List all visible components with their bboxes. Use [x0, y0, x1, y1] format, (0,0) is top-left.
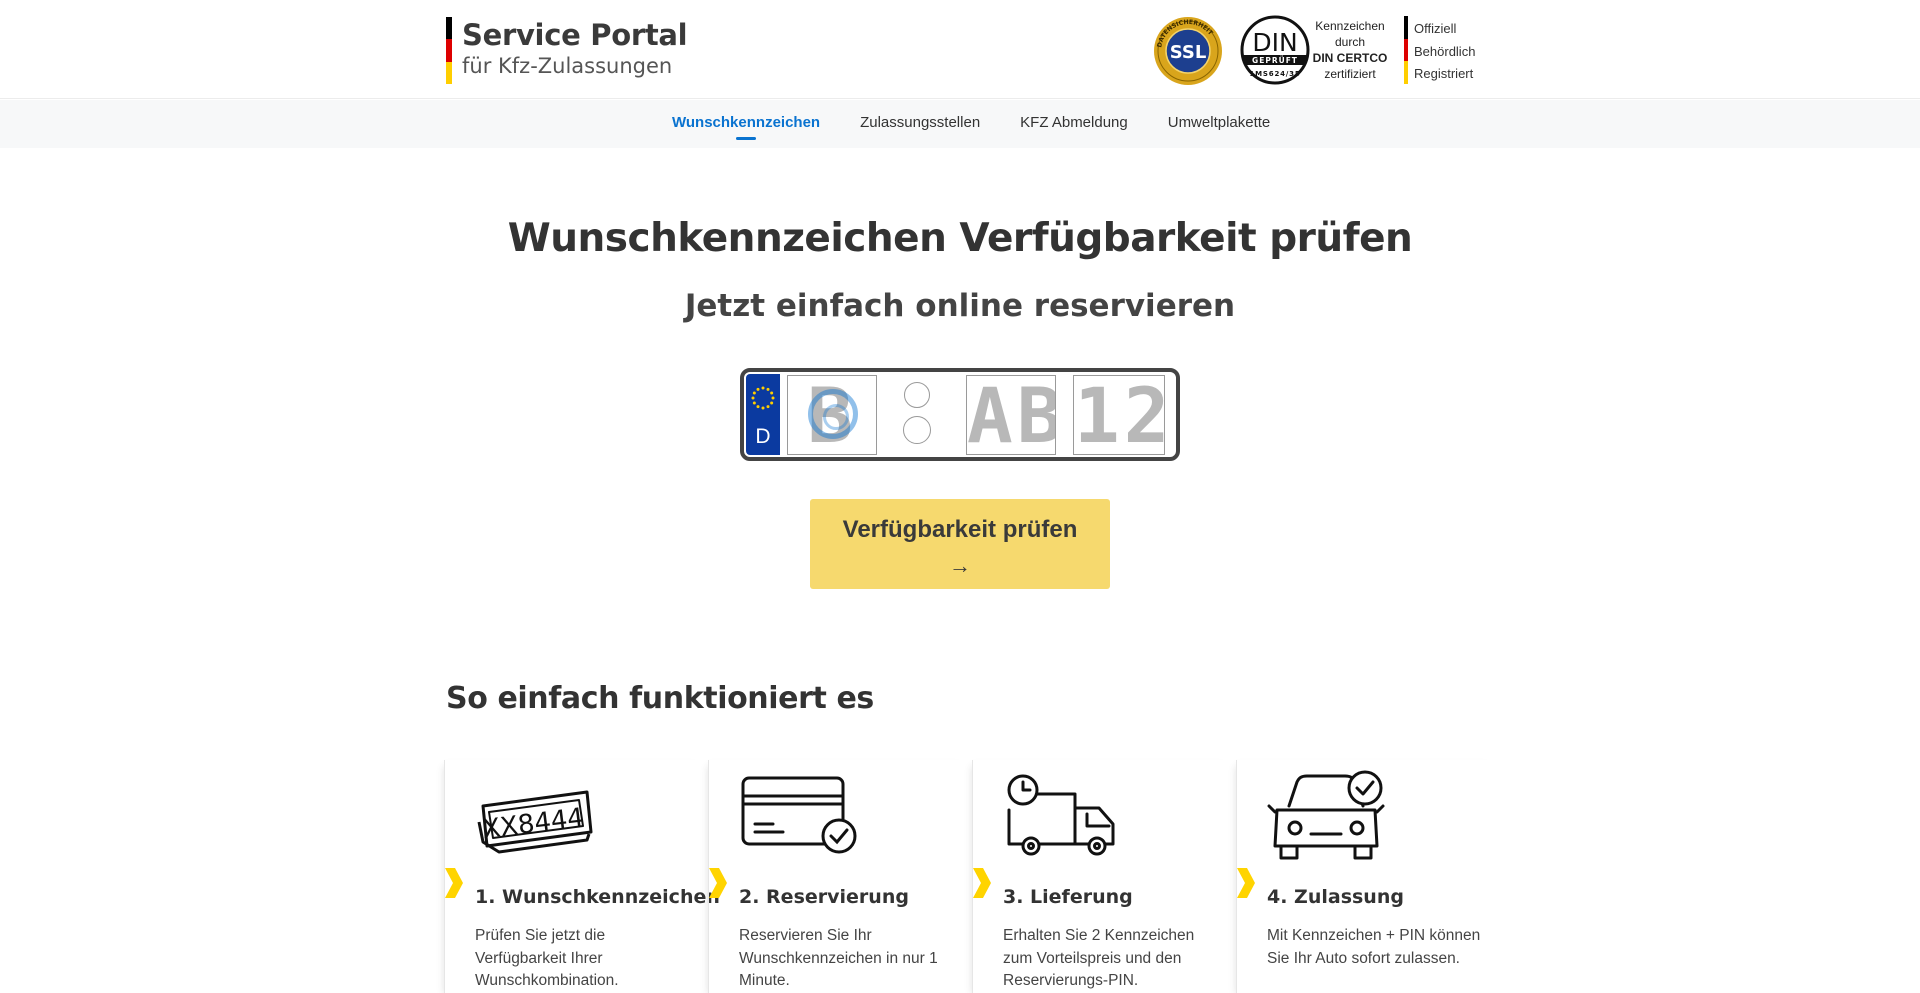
eu-star	[766, 405, 770, 409]
din-certification-text: Kennzeichen durch DIN CERTCO zertifizier…	[1312, 19, 1388, 81]
eu-star	[752, 401, 756, 405]
plate-seals	[899, 382, 935, 450]
ssl-label: SSL	[1170, 42, 1207, 63]
check-availability-button[interactable]: Verfügbarkeit prüfen →	[810, 499, 1110, 589]
check-availability-label: Verfügbarkeit prüfen	[842, 516, 1078, 543]
eu-star	[761, 386, 765, 390]
ssl-seal-icon: DATENSICHERHEIT SSL	[1154, 17, 1222, 85]
step-card: 3. Lieferung Erhalten Sie 2 Kennzeichen …	[972, 760, 1235, 993]
step-text: Reservieren Sie Ihr Wunschkennzeichen in…	[739, 927, 938, 989]
trust-item-registriert: Registriert	[1414, 66, 1474, 81]
trust-item-behoerdlich: Behördlich	[1414, 43, 1476, 59]
step-text: Mit Kennzeichen + PIN können Sie Ihr Aut…	[1267, 927, 1481, 967]
step-card: 4. Zulassung Mit Kennzeichen + PIN könne…	[1236, 760, 1499, 993]
eu-star	[751, 396, 755, 400]
credit-card-check-icon	[741, 776, 857, 854]
arrow-right-icon: →	[949, 553, 971, 578]
country-code: D	[755, 425, 771, 448]
loading-spinner-icon	[808, 389, 858, 439]
numbers-input[interactable]: 12	[1073, 375, 1165, 455]
din-label: DIN	[1252, 28, 1297, 57]
letters-input[interactable]: AB	[966, 375, 1056, 455]
license-plate-input: D B AB 12	[740, 368, 1180, 461]
chevron-right-icon	[445, 868, 463, 898]
plate-icon-text: XX8444	[481, 803, 586, 845]
step-card: XX8444 1. Wunschkennzeichen Prüfen Sie j…	[444, 760, 720, 993]
chevron-right-icon	[1237, 868, 1255, 898]
eu-star	[756, 387, 760, 391]
nav-wunschkennzeichen[interactable]: Wunschkennzeichen	[672, 100, 820, 148]
step-text: Prüfen Sie jetzt die Verfügbarkeit Ihrer…	[475, 927, 619, 989]
chevron-right-icon	[709, 868, 727, 898]
din-geprueft: GEPRÜFT	[1252, 56, 1298, 65]
eu-star	[752, 391, 756, 395]
nav-umweltplakette[interactable]: Umweltplakette	[1168, 100, 1271, 148]
german-flag-stripe	[1404, 16, 1408, 84]
license-plates-icon: XX8444	[477, 790, 593, 854]
eu-band: D	[746, 374, 780, 455]
eu-star	[770, 391, 774, 395]
chevron-right-icon	[973, 868, 991, 898]
car-check-icon	[1267, 770, 1385, 860]
step-text: Erhalten Sie 2 Kennzeichen zum Vorteilsp…	[1003, 927, 1195, 989]
logo-subtitle: für Kfz-Zulassungen	[462, 54, 673, 78]
eu-star	[770, 401, 774, 405]
step-title: 3. Lieferung	[1003, 886, 1133, 908]
step-title: 1. Wunschkennzeichen	[475, 886, 720, 908]
nav-zulassungsstellen[interactable]: Zulassungsstellen	[860, 100, 980, 148]
eu-star	[761, 406, 765, 410]
german-flag-stripe	[446, 17, 452, 84]
page-subtitle: Jetzt einfach online reservieren	[684, 288, 1236, 324]
main-nav: Wunschkennzeichen Zulassungsstellen KFZ …	[0, 100, 1920, 148]
din-certco-seal-icon: DIN GEPRÜFT 1MS624/35	[1240, 15, 1310, 85]
step-title: 4. Zulassung	[1267, 886, 1404, 908]
logo-title: Service Portal	[462, 18, 688, 52]
eu-stars-icon	[751, 386, 775, 410]
site-header: Service Portal für Kfz-Zulassungen DATEN…	[0, 0, 1920, 99]
trust-item-offiziell: Offiziell	[1414, 21, 1457, 36]
delivery-truck-clock-icon	[1007, 774, 1115, 856]
eu-star	[756, 405, 760, 409]
din-number: 1MS624/35	[1250, 70, 1301, 78]
page-title: Wunschkennzeichen Verfügbarkeit prüfen	[507, 216, 1413, 261]
nav-kfz-abmeldung[interactable]: KFZ Abmeldung	[1020, 100, 1128, 148]
eu-star	[771, 396, 775, 400]
eu-star	[766, 387, 770, 391]
steps-list: XX8444 1. Wunschkennzeichen Prüfen Sie j…	[444, 760, 1484, 993]
step-card: 2. Reservierung Reservieren Sie Ihr Wuns…	[708, 760, 971, 993]
section-title: So einfach funktioniert es	[446, 681, 874, 716]
step-title: 2. Reservierung	[739, 886, 909, 908]
